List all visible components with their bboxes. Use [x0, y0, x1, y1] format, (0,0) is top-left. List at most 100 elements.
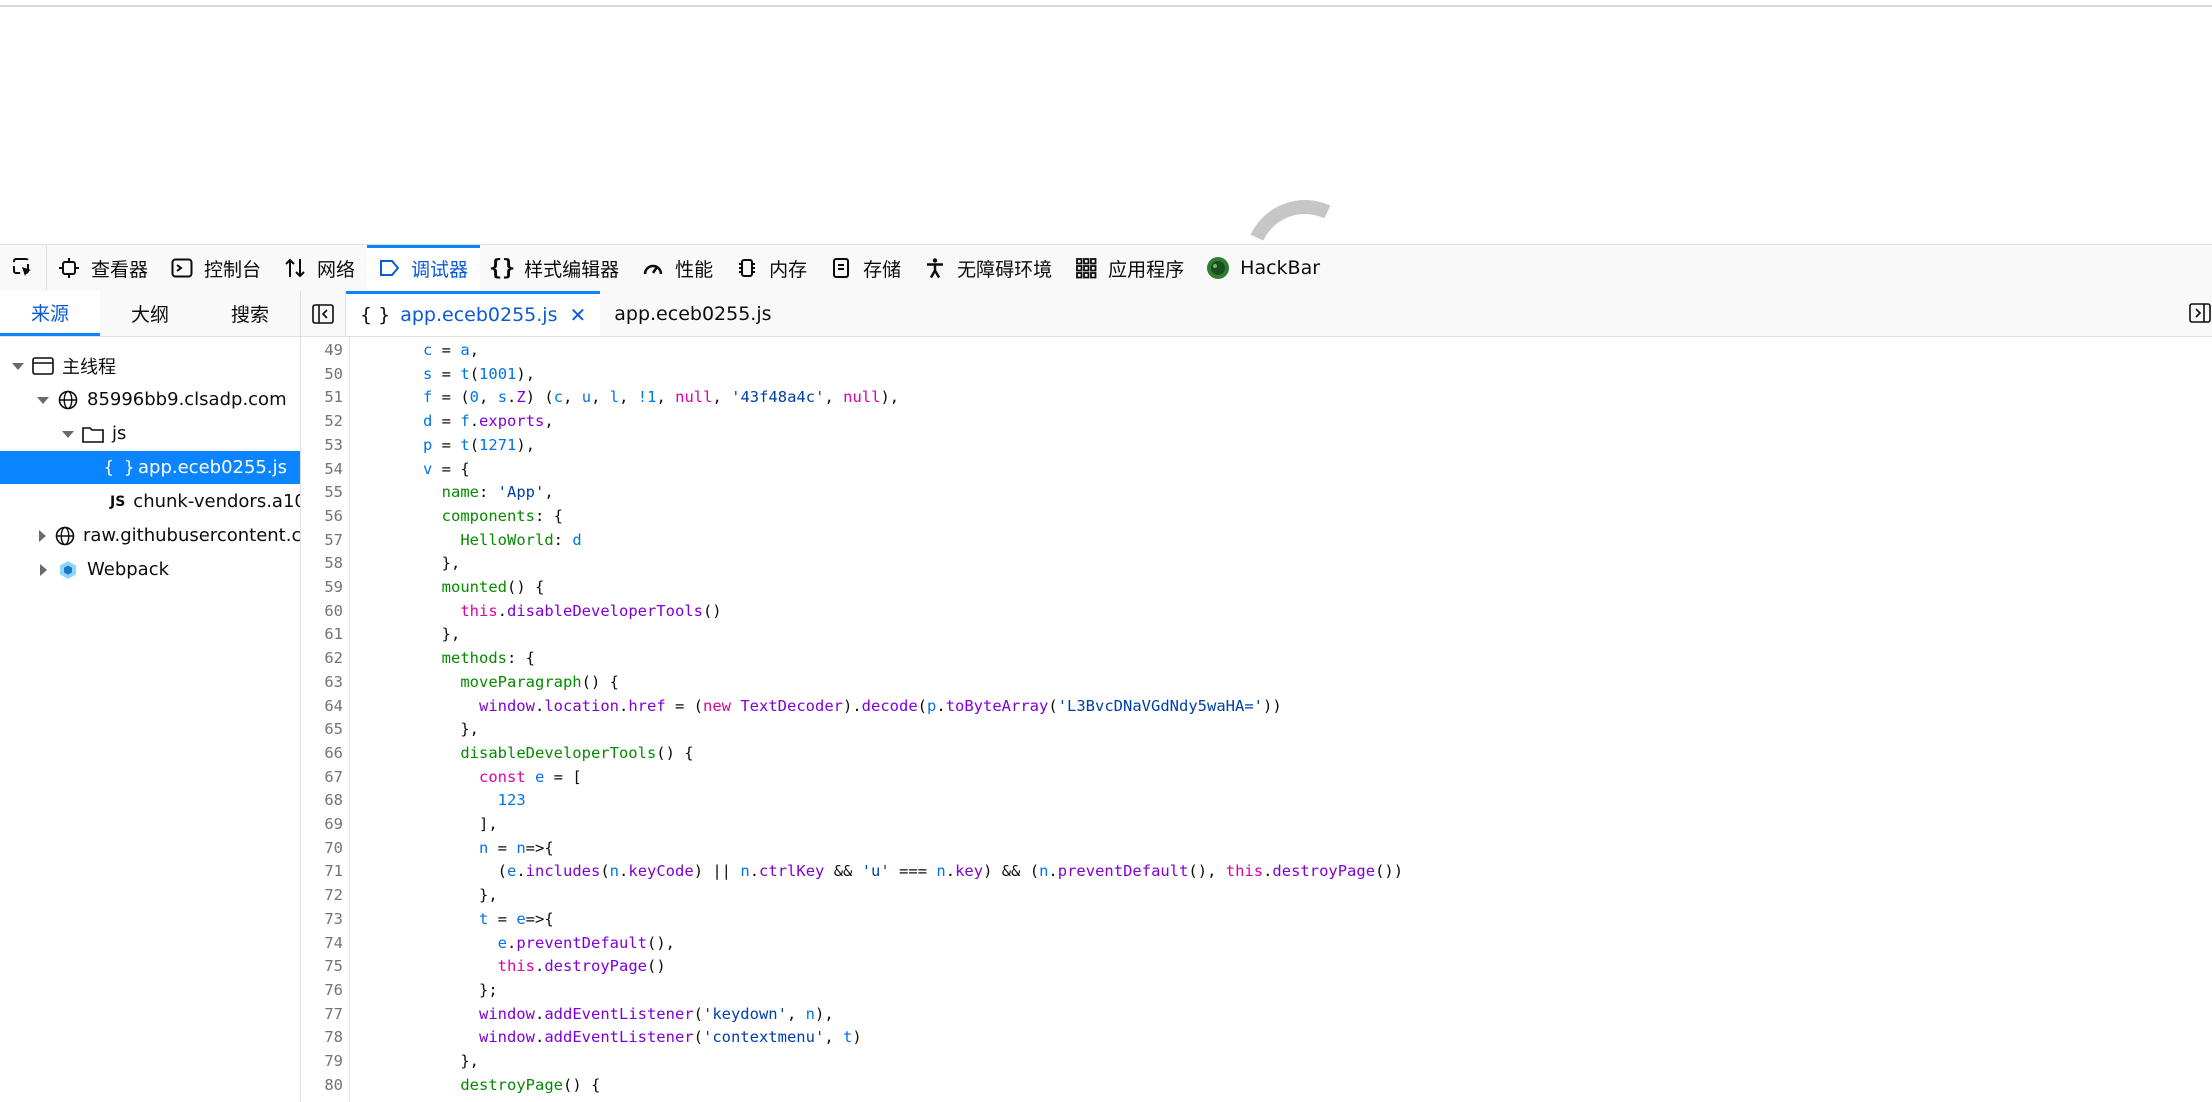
tab-style-editor[interactable]: {} 样式编辑器 — [480, 245, 631, 291]
line-number[interactable]: 52 — [301, 410, 343, 434]
toggle-sources-panel-button[interactable] — [301, 291, 346, 336]
line-number[interactable]: 69 — [301, 813, 343, 837]
line-number[interactable]: 77 — [301, 1003, 343, 1027]
code-text: ], — [367, 815, 498, 833]
code-text: this.disableDeveloperTools() — [460, 601, 722, 620]
line-number[interactable]: 49 — [301, 339, 343, 363]
code-text: name: 'App', — [441, 483, 554, 502]
tab-accessibility[interactable]: 无障碍环境 — [913, 245, 1064, 291]
tab-memory[interactable]: 内存 — [725, 245, 819, 291]
tab-storage[interactable]: 存储 — [819, 245, 913, 291]
sources-panel-tabs: 来源 大纲 搜索 — [0, 291, 300, 337]
code-line: 57 HelloWorld: d — [301, 529, 581, 553]
tab-network[interactable]: 网络 — [273, 245, 367, 291]
line-number[interactable]: 71 — [301, 860, 343, 884]
code-text: const e = [ — [478, 767, 582, 786]
javascript-file-icon: { } — [103, 457, 135, 478]
line-number[interactable]: 54 — [301, 458, 343, 482]
code-text: n = n=>{ — [478, 838, 554, 857]
line-number[interactable]: 66 — [301, 742, 343, 766]
line-number[interactable]: 59 — [301, 576, 343, 600]
tab-label: HackBar — [1240, 257, 1321, 279]
tab-label: 查看器 — [91, 258, 149, 281]
line-number[interactable]: 64 — [301, 695, 343, 719]
code-line: 67 const e = [ — [301, 766, 582, 790]
code-text: s = t(1001), — [423, 364, 536, 383]
line-number[interactable]: 61 — [301, 623, 343, 647]
line-number[interactable]: 57 — [301, 529, 343, 553]
code-line: 78 window.addEventListener('contextmenu'… — [301, 1026, 861, 1050]
line-number[interactable]: 75 — [301, 955, 343, 979]
tab-application[interactable]: 应用程序 — [1064, 245, 1196, 291]
line-number[interactable]: 80 — [301, 1074, 343, 1098]
style-editor-icon: {} — [488, 255, 516, 281]
tree-item-domain[interactable]: 85996bb9.clsadp.com — [0, 383, 300, 416]
tree-item-main-thread[interactable]: 主线程 — [0, 349, 300, 382]
line-number[interactable]: 79 — [301, 1050, 343, 1074]
js-file-icon: JS — [110, 493, 126, 510]
memory-icon — [735, 256, 759, 280]
line-number[interactable]: 68 — [301, 789, 343, 813]
line-number[interactable]: 62 — [301, 647, 343, 671]
line-number[interactable]: 76 — [301, 979, 343, 1003]
tab-label: 调试器 — [411, 258, 469, 281]
tab-label: 内存 — [769, 258, 808, 281]
expanded-arrow-icon — [60, 426, 76, 442]
close-icon[interactable]: ✕ — [569, 303, 586, 327]
collapsed-arrow-icon — [35, 562, 51, 578]
line-number[interactable]: 73 — [301, 908, 343, 932]
line-number[interactable]: 58 — [301, 552, 343, 576]
line-number[interactable]: 60 — [301, 600, 343, 624]
line-number[interactable]: 65 — [301, 718, 343, 742]
line-number[interactable]: 55 — [301, 481, 343, 505]
tree-item-app-js[interactable]: { } app.eceb0255.js — [0, 451, 300, 484]
code-text: destroyPage() { — [460, 1075, 601, 1094]
tree-item-js-folder[interactable]: js — [0, 417, 300, 450]
line-number[interactable]: 56 — [301, 505, 343, 529]
element-picker-button[interactable] — [0, 245, 47, 291]
line-number[interactable]: 51 — [301, 386, 343, 410]
code-text: this.destroyPage() — [497, 957, 666, 976]
code-text: p = t(1271), — [423, 435, 536, 454]
code-line: 71 (e.includes(n.keyCode) || n.ctrlKey &… — [301, 860, 1403, 884]
code-line: 63 moveParagraph() { — [301, 671, 619, 695]
code-text: c = a, — [423, 341, 480, 359]
tree-item-label: chunk-vendors.a10 — [133, 491, 300, 512]
line-number[interactable]: 72 — [301, 884, 343, 908]
code-text: }, — [367, 886, 498, 905]
line-number[interactable]: 67 — [301, 766, 343, 790]
inspector-icon — [57, 256, 81, 280]
tree-item-github-domain[interactable]: raw.githubusercontent.co — [0, 519, 300, 552]
sources-panel: 来源 大纲 搜索 主线程 85996bb9.clsadp.com js { } … — [0, 291, 301, 1102]
tab-outline[interactable]: 大纲 — [100, 291, 200, 336]
tab-search[interactable]: 搜索 — [200, 291, 300, 336]
tree-item-label: 85996bb9.clsadp.com — [87, 389, 287, 410]
code-editor[interactable]: 49 c = a, 50 s = t(1001), 51 f = (0, s.Z) … — [301, 337, 2212, 1102]
tree-item-webpack[interactable]: Webpack — [0, 553, 300, 586]
tree-item-chunk-vendors[interactable]: JS chunk-vendors.a10 — [0, 485, 300, 518]
tab-sources[interactable]: 来源 — [0, 291, 100, 336]
sidebar-toggle-icon — [2189, 303, 2211, 323]
code-line: 49 c = a, — [301, 339, 479, 363]
line-number[interactable]: 63 — [301, 671, 343, 695]
devtools-toolbar: 查看器 控制台 网络 调试器 {} 样式编辑器 性能 内存 存储 无障碍环境 应… — [0, 244, 2212, 292]
line-number[interactable]: 53 — [301, 434, 343, 458]
editor-tab-app-js[interactable]: app.eceb0255.js — [600, 291, 785, 336]
tab-debugger[interactable]: 调试器 — [367, 245, 481, 291]
tab-inspector[interactable]: 查看器 — [47, 245, 160, 291]
network-icon — [283, 256, 307, 280]
toggle-breakpoints-panel-button[interactable] — [2188, 301, 2212, 325]
line-number[interactable]: 78 — [301, 1026, 343, 1050]
line-number[interactable]: 70 — [301, 837, 343, 861]
line-number[interactable]: 74 — [301, 932, 343, 956]
tab-performance[interactable]: 性能 — [631, 245, 725, 291]
line-number[interactable]: 50 — [301, 363, 343, 387]
editor-tab-app-js-active[interactable]: { } app.eceb0255.js ✕ — [346, 291, 601, 336]
tab-label: 应用程序 — [1108, 258, 1185, 281]
tab-hackbar[interactable]: HackBar — [1196, 245, 1332, 291]
code-text: mounted() { — [441, 578, 545, 596]
code-text: methods: { — [441, 649, 535, 668]
tab-console[interactable]: 控制台 — [160, 245, 273, 291]
code-line: 64 window.location.href = (new TextDecod… — [301, 695, 1281, 719]
element-picker-icon — [13, 258, 31, 276]
